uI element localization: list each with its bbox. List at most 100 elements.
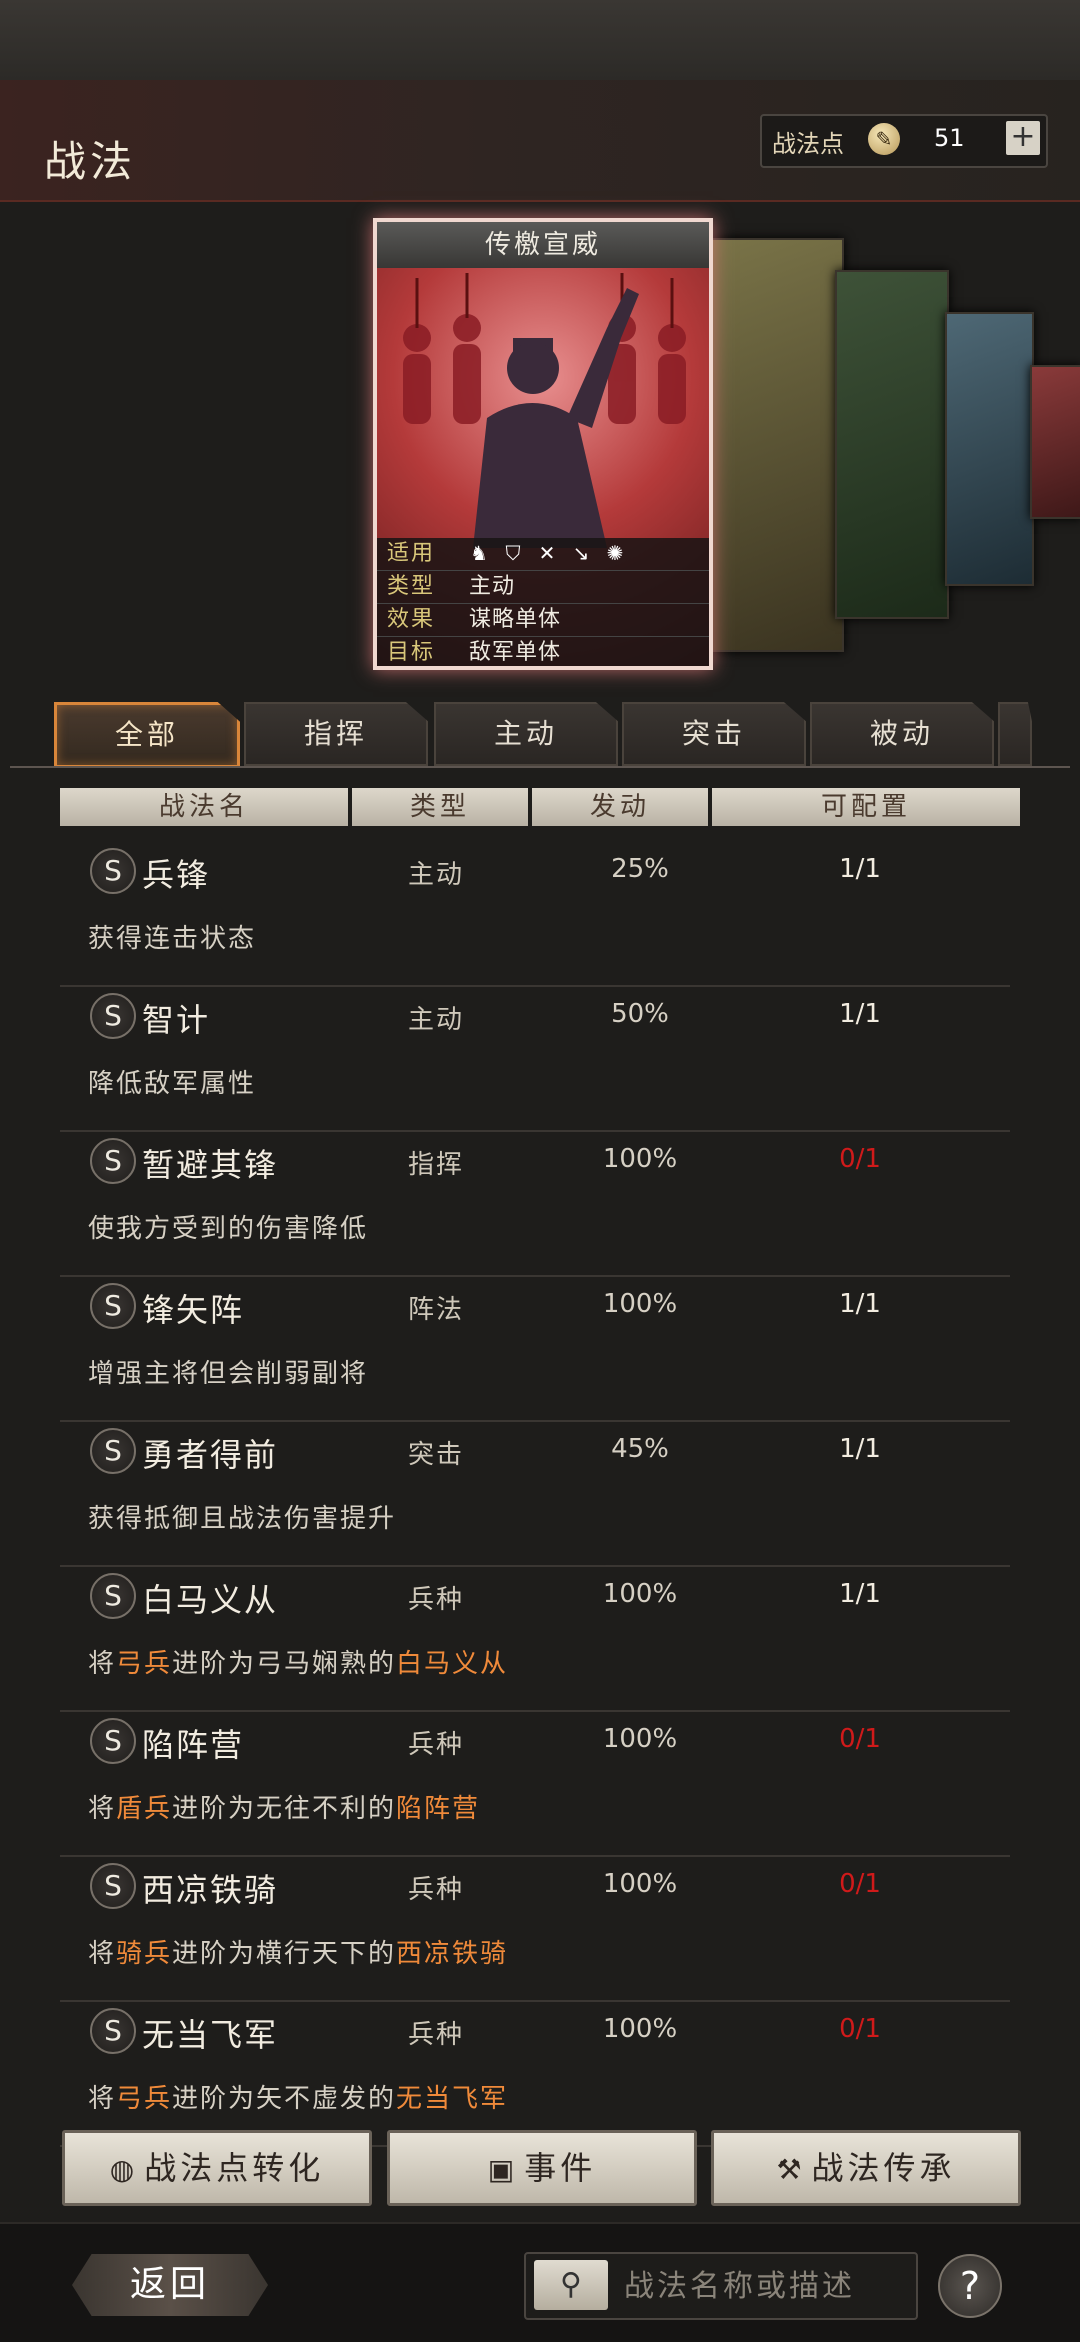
- tactic-type: 阵法: [408, 1295, 465, 1325]
- tactic-name: 勇者得前: [142, 1436, 279, 1474]
- tactic-card-carousel[interactable]: 传檄宣威 适用 ♞ ⛉ ✕ ↘ ✺ 类型 主动 效果 谋略单体 目标 敌军单体: [0, 200, 1080, 700]
- tactic-type: 兵种: [408, 2020, 465, 2050]
- card-info-panel: 适用 ♞ ⛉ ✕ ↘ ✺ 类型 主动 效果 谋略单体 目标 敌军单体: [377, 538, 709, 666]
- tactic-desc: 获得连击状态: [88, 924, 257, 954]
- card-name: 传檄宣威: [377, 222, 709, 268]
- page-title: 战法: [44, 137, 137, 186]
- effect-label: 效果: [387, 607, 436, 632]
- tab-assault[interactable]: 突击: [622, 702, 806, 766]
- tab-all[interactable]: 全部: [54, 702, 240, 768]
- header-name[interactable]: 战法名: [60, 788, 348, 826]
- search-box: ⚲: [524, 2252, 918, 2320]
- rank-badge: S: [90, 848, 136, 894]
- tactic-config: 1/1: [839, 1579, 881, 1609]
- tactic-config: 0/1: [839, 1724, 881, 1754]
- wheel-icon: ✺: [606, 541, 624, 565]
- tactic-type: 突击: [408, 1440, 465, 1470]
- target-label: 目标: [387, 640, 436, 665]
- card-thumb[interactable]: [700, 238, 844, 652]
- tab-passive[interactable]: 被动: [810, 702, 994, 766]
- action-bar: ◍ 战法点转化 ▣ 事件 ⚒ 战法传承: [0, 2130, 1080, 2222]
- back-button[interactable]: 返回: [72, 2254, 268, 2316]
- tactic-desc: 将弓兵进阶为矢不虚发的无当飞军: [88, 2084, 509, 2114]
- tactic-name: 锋矢阵: [142, 1291, 245, 1329]
- tactic-name: 暂避其锋: [142, 1146, 279, 1184]
- bow-icon: ✕: [538, 541, 556, 565]
- header-rate[interactable]: 发动: [532, 788, 708, 826]
- table-row[interactable]: S 无当飞军 兵种 100% 0/1 将弓兵进阶为矢不虚发的无当飞军: [60, 2002, 1010, 2147]
- tactic-config: 0/1: [839, 1869, 881, 1899]
- top-decor-band: [0, 0, 1080, 80]
- tactic-list: S 兵锋 主动 25% 1/1 获得连击状态 S 智计 主动 50% 1/1 降…: [60, 842, 1010, 2147]
- rank-badge: S: [90, 1863, 136, 1909]
- tab-active[interactable]: 主动: [434, 702, 618, 766]
- tactic-rate: 45%: [611, 1434, 669, 1464]
- inherit-button[interactable]: ⚒ 战法传承: [711, 2130, 1021, 2206]
- tactic-type: 主动: [408, 1005, 465, 1035]
- tactic-rate: 25%: [611, 854, 669, 884]
- drop-icon: ◍: [109, 2153, 139, 2186]
- tactic-desc: 将盾兵进阶为无往不利的陷阵营: [88, 1794, 481, 1824]
- help-button[interactable]: ?: [938, 2254, 1002, 2318]
- tactic-desc: 将骑兵进阶为横行天下的西凉铁骑: [88, 1939, 509, 1969]
- add-points-button[interactable]: +: [1006, 121, 1040, 155]
- tab-command[interactable]: 指挥: [244, 702, 428, 766]
- tactic-rate: 100%: [602, 1579, 678, 1609]
- tactic-type: 兵种: [408, 1585, 465, 1615]
- tab-more[interactable]: [998, 702, 1032, 766]
- tactic-type: 兵种: [408, 1875, 465, 1905]
- rank-badge: S: [90, 1138, 136, 1184]
- type-label: 类型: [387, 574, 436, 599]
- footer-bar: 返回 ⚲ ?: [0, 2222, 1080, 2342]
- tactic-name: 兵锋: [142, 856, 211, 894]
- rank-badge: S: [90, 2008, 136, 2054]
- table-row[interactable]: S 兵锋 主动 25% 1/1 获得连击状态: [60, 842, 1010, 987]
- table-row[interactable]: S 陷阵营 兵种 100% 0/1 将盾兵进阶为无往不利的陷阵营: [60, 1712, 1010, 1857]
- tactic-type: 主动: [408, 860, 465, 890]
- tactic-rate: 100%: [602, 1144, 678, 1174]
- rank-badge: S: [90, 1718, 136, 1764]
- tactic-name: 白马义从: [142, 1581, 279, 1619]
- tactic-rate: 100%: [602, 2014, 678, 2044]
- card-thumb[interactable]: [835, 270, 949, 619]
- type-value: 主动: [469, 574, 516, 599]
- tactic-rate: 100%: [602, 1289, 678, 1319]
- hammer-icon: ⚒: [776, 2153, 806, 2186]
- tactic-rate: 100%: [602, 1724, 678, 1754]
- header-type[interactable]: 类型: [352, 788, 528, 826]
- tactic-config: 0/1: [839, 1144, 881, 1174]
- event-button[interactable]: ▣ 事件: [387, 2130, 697, 2206]
- selected-tactic-card[interactable]: 传檄宣威 适用 ♞ ⛉ ✕ ↘ ✺ 类型 主动 效果 谋略单体 目标 敌军单体: [373, 218, 713, 670]
- convert-points-button[interactable]: ◍ 战法点转化: [62, 2130, 372, 2206]
- table-row[interactable]: S 西凉铁骑 兵种 100% 0/1 将骑兵进阶为横行天下的西凉铁骑: [60, 1857, 1010, 2002]
- target-value: 敌军单体: [469, 640, 562, 665]
- table-row[interactable]: S 智计 主动 50% 1/1 降低敌军属性: [60, 987, 1010, 1132]
- tactic-desc: 将弓兵进阶为弓马娴熟的白马义从: [88, 1649, 509, 1679]
- effect-value: 谋略单体: [469, 607, 562, 632]
- card-art: [403, 273, 686, 548]
- table-row[interactable]: S 暂避其锋 指挥 100% 0/1 使我方受到的伤害降低: [60, 1132, 1010, 1277]
- tactic-config: 1/1: [839, 1434, 881, 1464]
- table-row[interactable]: S 锋矢阵 阵法 100% 1/1 增强主将但会削弱副将: [60, 1277, 1010, 1422]
- tactic-config: 1/1: [839, 854, 881, 884]
- rank-badge: S: [90, 1283, 136, 1329]
- tactic-desc: 增强主将但会削弱副将: [88, 1359, 369, 1389]
- scroll-icon: ▣: [487, 2153, 519, 2186]
- search-input[interactable]: [622, 2262, 910, 2310]
- rank-badge: S: [90, 1428, 136, 1474]
- tactic-desc: 降低敌军属性: [88, 1069, 257, 1099]
- header-config[interactable]: 可配置: [712, 788, 1020, 826]
- tactic-name: 智计: [142, 1001, 211, 1039]
- tactic-name: 无当飞军: [142, 2016, 279, 2054]
- tactic-rate: 50%: [611, 999, 669, 1029]
- search-icon[interactable]: ⚲: [534, 2260, 608, 2310]
- tactic-config: 0/1: [839, 2014, 881, 2044]
- table-row[interactable]: S 白马义从 兵种 100% 1/1 将弓兵进阶为弓马娴熟的白马义从: [60, 1567, 1010, 1712]
- card-thumb[interactable]: [945, 312, 1034, 586]
- tactic-points-value: 51: [934, 124, 965, 152]
- table-row[interactable]: S 勇者得前 突击 45% 1/1 获得抵御且战法伤害提升: [60, 1422, 1010, 1567]
- tactic-desc: 使我方受到的伤害降低: [88, 1214, 369, 1244]
- card-thumb[interactable]: [1030, 365, 1080, 519]
- rank-badge: S: [90, 1573, 136, 1619]
- rank-badge: S: [90, 993, 136, 1039]
